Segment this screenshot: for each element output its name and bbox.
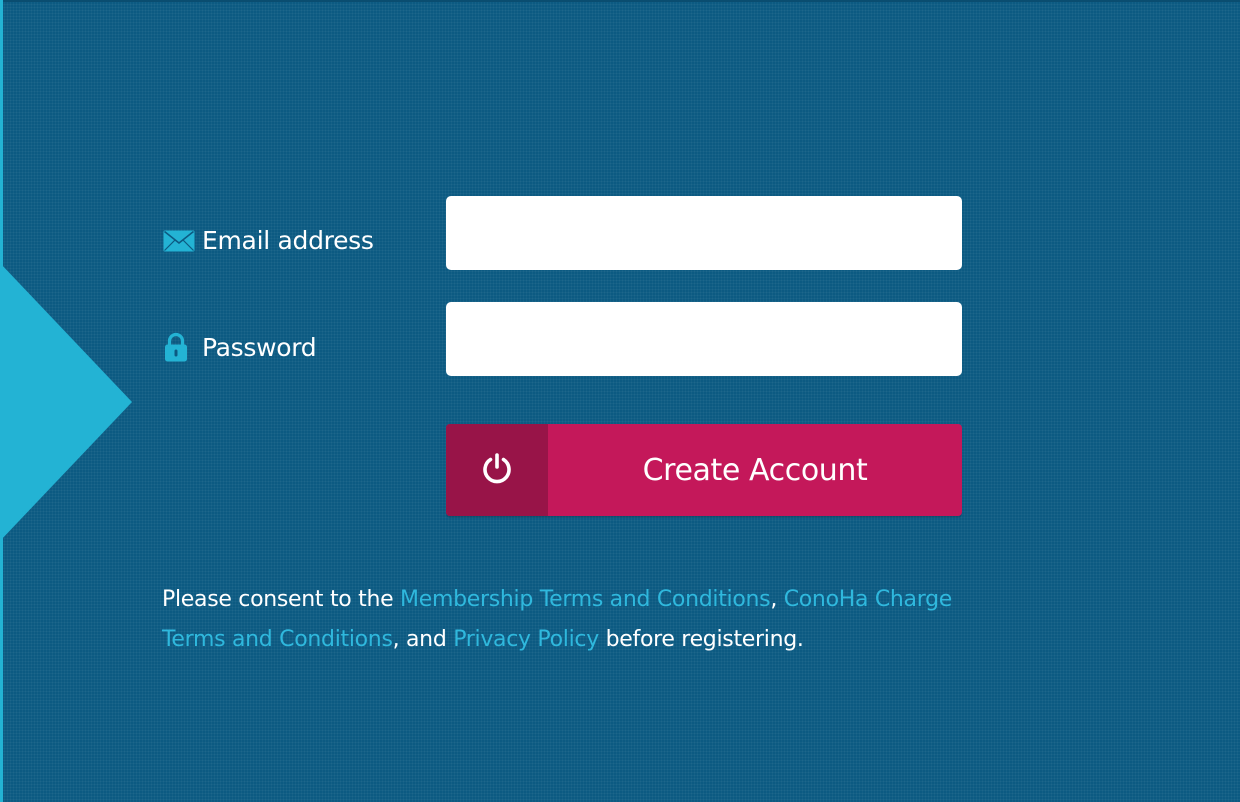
button-icon-area [446, 424, 548, 516]
create-account-label: Create Account [642, 452, 868, 488]
consent-prefix: Please consent to the [162, 587, 401, 612]
privacy-policy-link[interactable]: Privacy Policy [453, 627, 599, 652]
email-label: Email address [163, 226, 374, 255]
password-label: Password [163, 332, 317, 362]
side-arrow-decoration [0, 263, 132, 541]
create-account-button[interactable]: Create Account [446, 424, 962, 516]
consent-separator-1: , [770, 587, 784, 612]
email-field[interactable] [446, 196, 962, 270]
membership-terms-link[interactable]: Membership Terms and Conditions [400, 587, 771, 612]
lock-icon [163, 332, 195, 362]
password-field[interactable] [446, 302, 962, 376]
consent-separator-2: , and [392, 627, 454, 652]
password-label-text: Password [202, 332, 317, 362]
top-border [0, 0, 1240, 2]
consent-suffix: before registering. [598, 627, 804, 652]
email-label-text: Email address [202, 226, 374, 255]
power-icon [479, 450, 515, 490]
consent-notice: Please consent to the Membership Terms a… [162, 580, 962, 660]
envelope-icon [163, 230, 197, 252]
